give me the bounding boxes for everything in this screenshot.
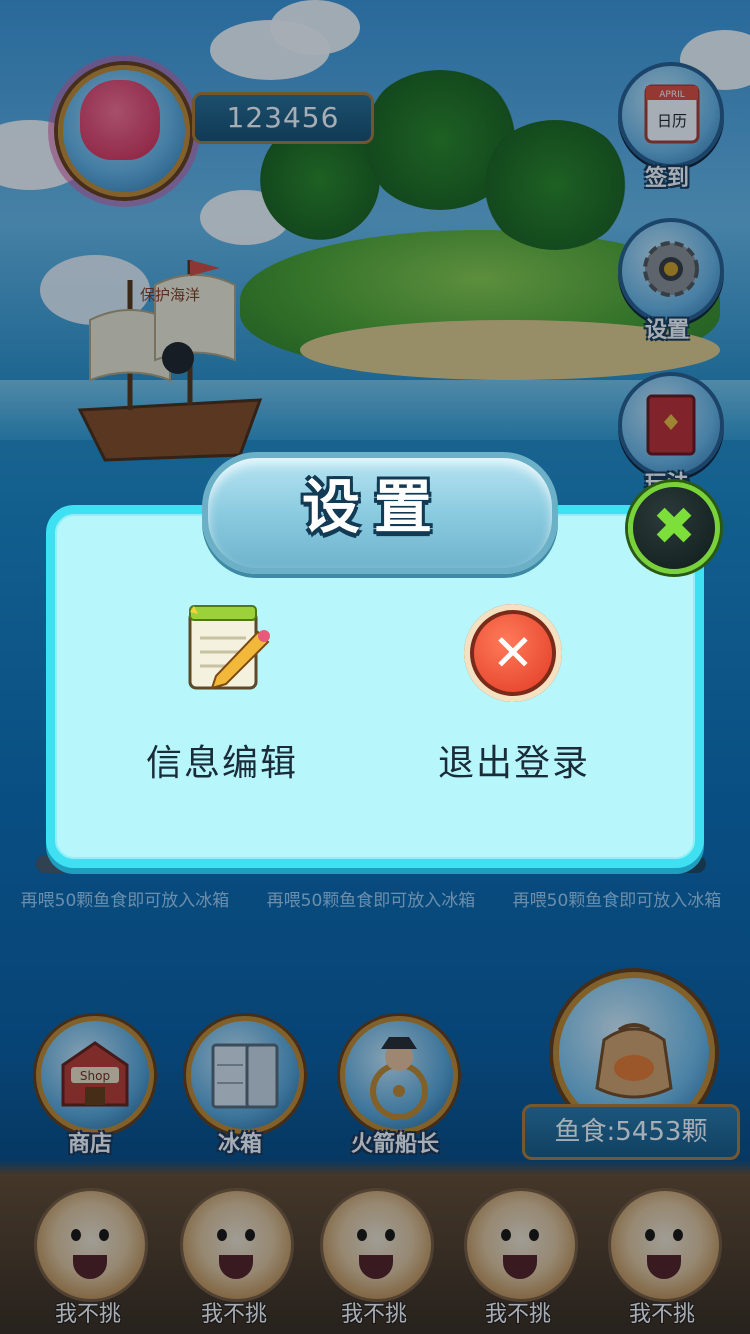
close-button[interactable]: ✖ — [628, 482, 720, 574]
close-icon: ✖ — [652, 497, 696, 557]
edit-note-icon[interactable] — [186, 602, 272, 692]
dialog-title: 设置 — [301, 473, 446, 541]
logout-label[interactable]: 退出登录 — [404, 734, 624, 786]
edit-info-label[interactable]: 信息编辑 — [112, 734, 332, 786]
logout-x-icon: ✕ — [474, 614, 552, 692]
